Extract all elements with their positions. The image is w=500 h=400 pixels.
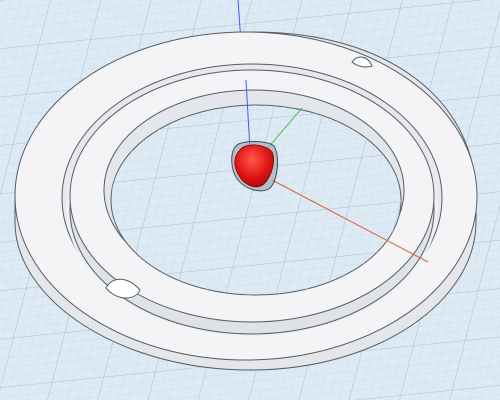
scene <box>0 0 500 400</box>
3d-viewport[interactable] <box>0 0 500 400</box>
